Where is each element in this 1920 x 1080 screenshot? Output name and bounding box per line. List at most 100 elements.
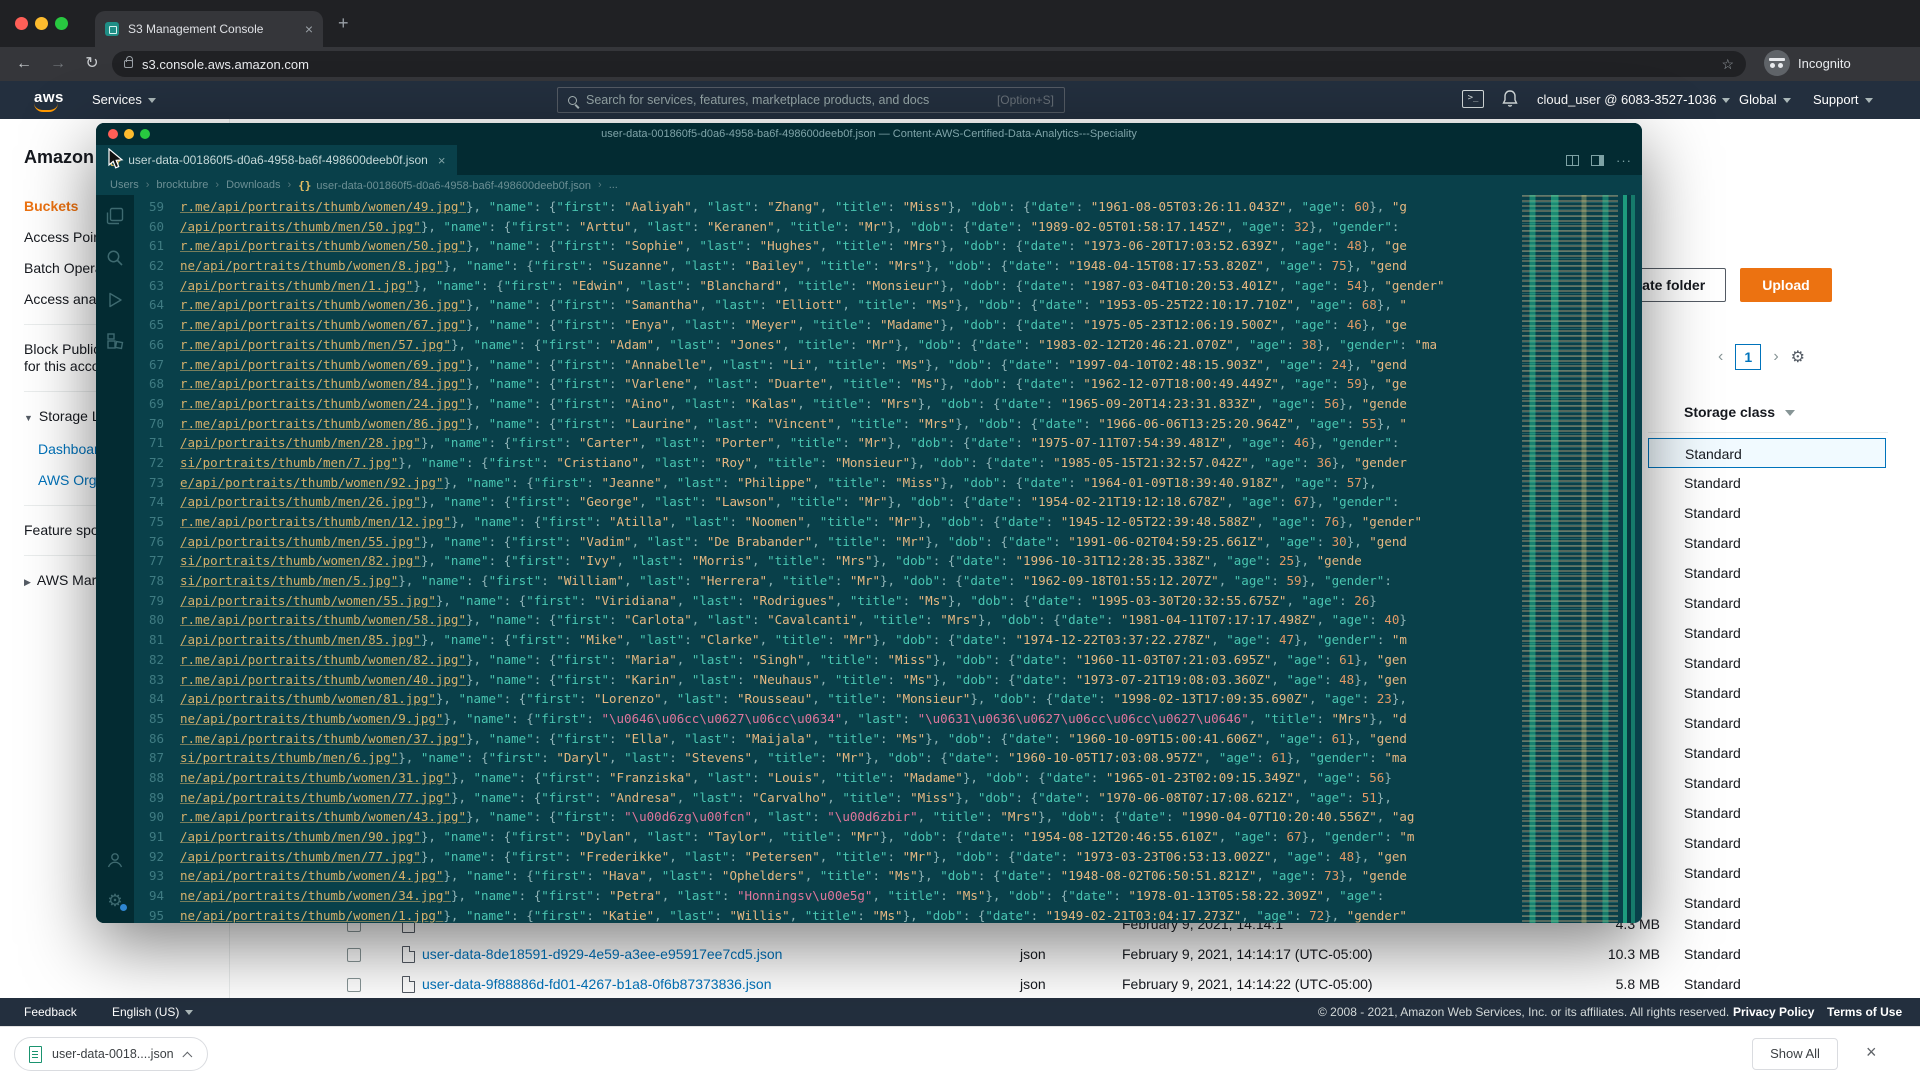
- language-selector[interactable]: English (US): [112, 1005, 193, 1019]
- settings-gear-icon[interactable]: ⚙: [107, 891, 122, 911]
- support-menu[interactable]: Support: [1813, 92, 1873, 107]
- macos-close-button[interactable]: [15, 17, 28, 30]
- code-line[interactable]: 71/api/portraits/thumb/men/28.jpg"}, "na…: [134, 433, 1522, 453]
- code-line[interactable]: 70r.me/api/portraits/thumb/women/86.jpg"…: [134, 414, 1522, 434]
- code-line[interactable]: 68r.me/api/portraits/thumb/women/84.jpg"…: [134, 374, 1522, 394]
- code-line[interactable]: 83r.me/api/portraits/thumb/women/40.jpg"…: [134, 670, 1522, 690]
- search-icon[interactable]: [104, 247, 126, 269]
- cloudshell-icon[interactable]: >_: [1462, 90, 1484, 108]
- url-text[interactable]: s3.console.aws.amazon.com: [142, 57, 1721, 72]
- code-line[interactable]: 90r.me/api/portraits/thumb/women/43.jpg"…: [134, 807, 1522, 827]
- aws-search-input[interactable]: Search for services, features, marketpla…: [557, 87, 1065, 113]
- code-line[interactable]: 66r.me/api/portraits/thumb/men/57.jpg"},…: [134, 335, 1522, 355]
- vscode-minimize-button[interactable]: [124, 129, 134, 139]
- storage-class-column-header[interactable]: Storage class: [1684, 404, 1795, 420]
- file-link[interactable]: user-data-9f88886d-fd01-4267-b1a8-0f6b87…: [422, 976, 772, 992]
- file-link[interactable]: user-data-8de18591-d929-4e59-a3ee-e95917…: [422, 946, 782, 962]
- vscode-close-button[interactable]: [108, 129, 118, 139]
- code-line[interactable]: 59r.me/api/portraits/thumb/women/49.jpg"…: [134, 197, 1522, 217]
- bookmark-star-icon[interactable]: ☆: [1721, 56, 1734, 73]
- aws-logo[interactable]: aws: [34, 89, 64, 112]
- code-line[interactable]: 84/api/portraits/thumb/women/81.jpg"}, "…: [134, 689, 1522, 709]
- breadcrumb-segment[interactable]: {}user-data-001860f5-d0a6-4958-ba6f-4986…: [298, 179, 591, 192]
- breadcrumb[interactable]: Users›brocktubre›Downloads›{}user-data-0…: [96, 175, 1642, 195]
- breadcrumb-segment[interactable]: Users: [110, 179, 139, 191]
- storage-class-cell[interactable]: Standard: [1648, 528, 1886, 558]
- tab-close-icon[interactable]: ×: [305, 21, 313, 37]
- code-line[interactable]: 81/api/portraits/thumb/men/85.jpg"}, "na…: [134, 630, 1522, 650]
- code-line[interactable]: 80r.me/api/portraits/thumb/women/58.jpg"…: [134, 610, 1522, 630]
- code-line[interactable]: 60/api/portraits/thumb/men/50.jpg"}, "na…: [134, 217, 1522, 237]
- code-line[interactable]: 95ne/api/portraits/thumb/women/1.jpg"}, …: [134, 906, 1522, 923]
- code-line[interactable]: 94ne/api/portraits/thumb/women/34.jpg"},…: [134, 886, 1522, 906]
- storage-class-cell[interactable]: Standard: [1648, 648, 1886, 678]
- table-settings-gear-icon[interactable]: ⚙: [1791, 347, 1805, 367]
- code-line[interactable]: 72si/portraits/thumb/men/7.jpg"}, "name"…: [134, 453, 1522, 473]
- code-line[interactable]: 87si/portraits/thumb/men/6.jpg"}, "name"…: [134, 748, 1522, 768]
- code-line[interactable]: 62ne/api/portraits/thumb/women/8.jpg"}, …: [134, 256, 1522, 276]
- code-line[interactable]: 76/api/portraits/thumb/men/55.jpg"}, "na…: [134, 532, 1522, 552]
- code-line[interactable]: 73e/api/portraits/thumb/women/92.jpg"}, …: [134, 473, 1522, 493]
- code-line[interactable]: 91/api/portraits/thumb/men/90.jpg"}, "na…: [134, 827, 1522, 847]
- browser-tab[interactable]: S3 Management Console ×: [95, 11, 323, 47]
- download-bar-close-icon[interactable]: ×: [1866, 1042, 1877, 1063]
- storage-class-cell[interactable]: Standard: [1648, 438, 1886, 468]
- privacy-policy-link[interactable]: Privacy Policy: [1733, 1005, 1814, 1019]
- prev-page-icon[interactable]: ‹: [1718, 348, 1723, 366]
- code-line[interactable]: 93ne/api/portraits/thumb/women/4.jpg"}, …: [134, 866, 1522, 886]
- code-line[interactable]: 69r.me/api/portraits/thumb/women/24.jpg"…: [134, 394, 1522, 414]
- code-line[interactable]: 82r.me/api/portraits/thumb/women/82.jpg"…: [134, 650, 1522, 670]
- download-item[interactable]: user-data-0018....json: [14, 1037, 208, 1071]
- split-editor-icon[interactable]: [1566, 155, 1579, 166]
- breadcrumb-segment[interactable]: brocktubre: [156, 179, 208, 191]
- editor-lines[interactable]: 59r.me/api/portraits/thumb/women/49.jpg"…: [134, 195, 1522, 923]
- run-debug-icon[interactable]: [104, 289, 126, 311]
- storage-class-cell[interactable]: Standard: [1648, 468, 1886, 498]
- storage-class-cell[interactable]: Standard: [1648, 768, 1886, 798]
- storage-class-cell[interactable]: Standard: [1648, 858, 1886, 888]
- code-line[interactable]: 92/api/portraits/thumb/men/77.jpg"}, "na…: [134, 847, 1522, 867]
- macos-minimize-button[interactable]: [35, 17, 48, 30]
- editor-scrollbar[interactable]: [1618, 195, 1642, 923]
- notifications-bell-icon[interactable]: [1502, 90, 1518, 108]
- storage-class-cell[interactable]: Standard: [1648, 498, 1886, 528]
- storage-class-cell[interactable]: Standard: [1648, 828, 1886, 858]
- upload-button[interactable]: Upload: [1740, 268, 1832, 302]
- new-tab-button[interactable]: +: [338, 12, 349, 34]
- services-menu[interactable]: Services: [92, 92, 156, 107]
- account-menu[interactable]: cloud_user @ 6083-3527-1036: [1537, 92, 1730, 107]
- code-line[interactable]: 65r.me/api/portraits/thumb/women/67.jpg"…: [134, 315, 1522, 335]
- account-icon[interactable]: [104, 849, 126, 871]
- row-checkbox[interactable]: [347, 978, 361, 992]
- storage-class-cell[interactable]: Standard: [1648, 798, 1886, 828]
- storage-class-cell[interactable]: Standard: [1648, 558, 1886, 588]
- storage-class-cell[interactable]: Standard: [1648, 708, 1886, 738]
- code-line[interactable]: 89ne/api/portraits/thumb/women/77.jpg"},…: [134, 788, 1522, 808]
- code-line[interactable]: 86r.me/api/portraits/thumb/women/37.jpg"…: [134, 729, 1522, 749]
- code-line[interactable]: 63/api/portraits/thumb/men/1.jpg"}, "nam…: [134, 276, 1522, 296]
- region-menu[interactable]: Global: [1739, 92, 1791, 107]
- breadcrumb-segment[interactable]: ...: [609, 179, 618, 191]
- code-line[interactable]: 64r.me/api/portraits/thumb/women/36.jpg"…: [134, 295, 1522, 315]
- extensions-icon[interactable]: [104, 331, 126, 353]
- code-line[interactable]: 61r.me/api/portraits/thumb/women/50.jpg"…: [134, 236, 1522, 256]
- code-line[interactable]: 74/api/portraits/thumb/men/26.jpg"}, "na…: [134, 492, 1522, 512]
- code-line[interactable]: 77si/portraits/thumb/women/82.jpg"}, "na…: [134, 551, 1522, 571]
- breadcrumb-segment[interactable]: Downloads: [226, 179, 280, 191]
- storage-class-cell[interactable]: Standard: [1648, 678, 1886, 708]
- address-bar[interactable]: s3.console.aws.amazon.com ☆: [112, 51, 1746, 77]
- column-sort-icon[interactable]: [1785, 410, 1795, 416]
- current-page[interactable]: 1: [1735, 344, 1761, 370]
- editor-tab[interactable]: {} user-data-001860f5-d0a6-4958-ba6f-498…: [96, 145, 457, 175]
- next-page-icon[interactable]: ›: [1773, 348, 1778, 366]
- show-all-downloads-button[interactable]: Show All: [1752, 1038, 1838, 1070]
- back-button[interactable]: ←: [12, 52, 36, 76]
- vscode-title-bar[interactable]: user-data-001860f5-d0a6-4958-ba6f-498600…: [96, 123, 1642, 145]
- terms-link[interactable]: Terms of Use: [1827, 1005, 1902, 1019]
- editor-more-actions-icon[interactable]: ···: [1616, 153, 1632, 168]
- storage-class-cell[interactable]: Standard: [1648, 588, 1886, 618]
- row-checkbox[interactable]: [347, 948, 361, 962]
- toggle-layout-icon[interactable]: [1591, 155, 1604, 166]
- storage-class-cell[interactable]: Standard: [1648, 618, 1886, 648]
- code-line[interactable]: 79/api/portraits/thumb/women/55.jpg"}, "…: [134, 591, 1522, 611]
